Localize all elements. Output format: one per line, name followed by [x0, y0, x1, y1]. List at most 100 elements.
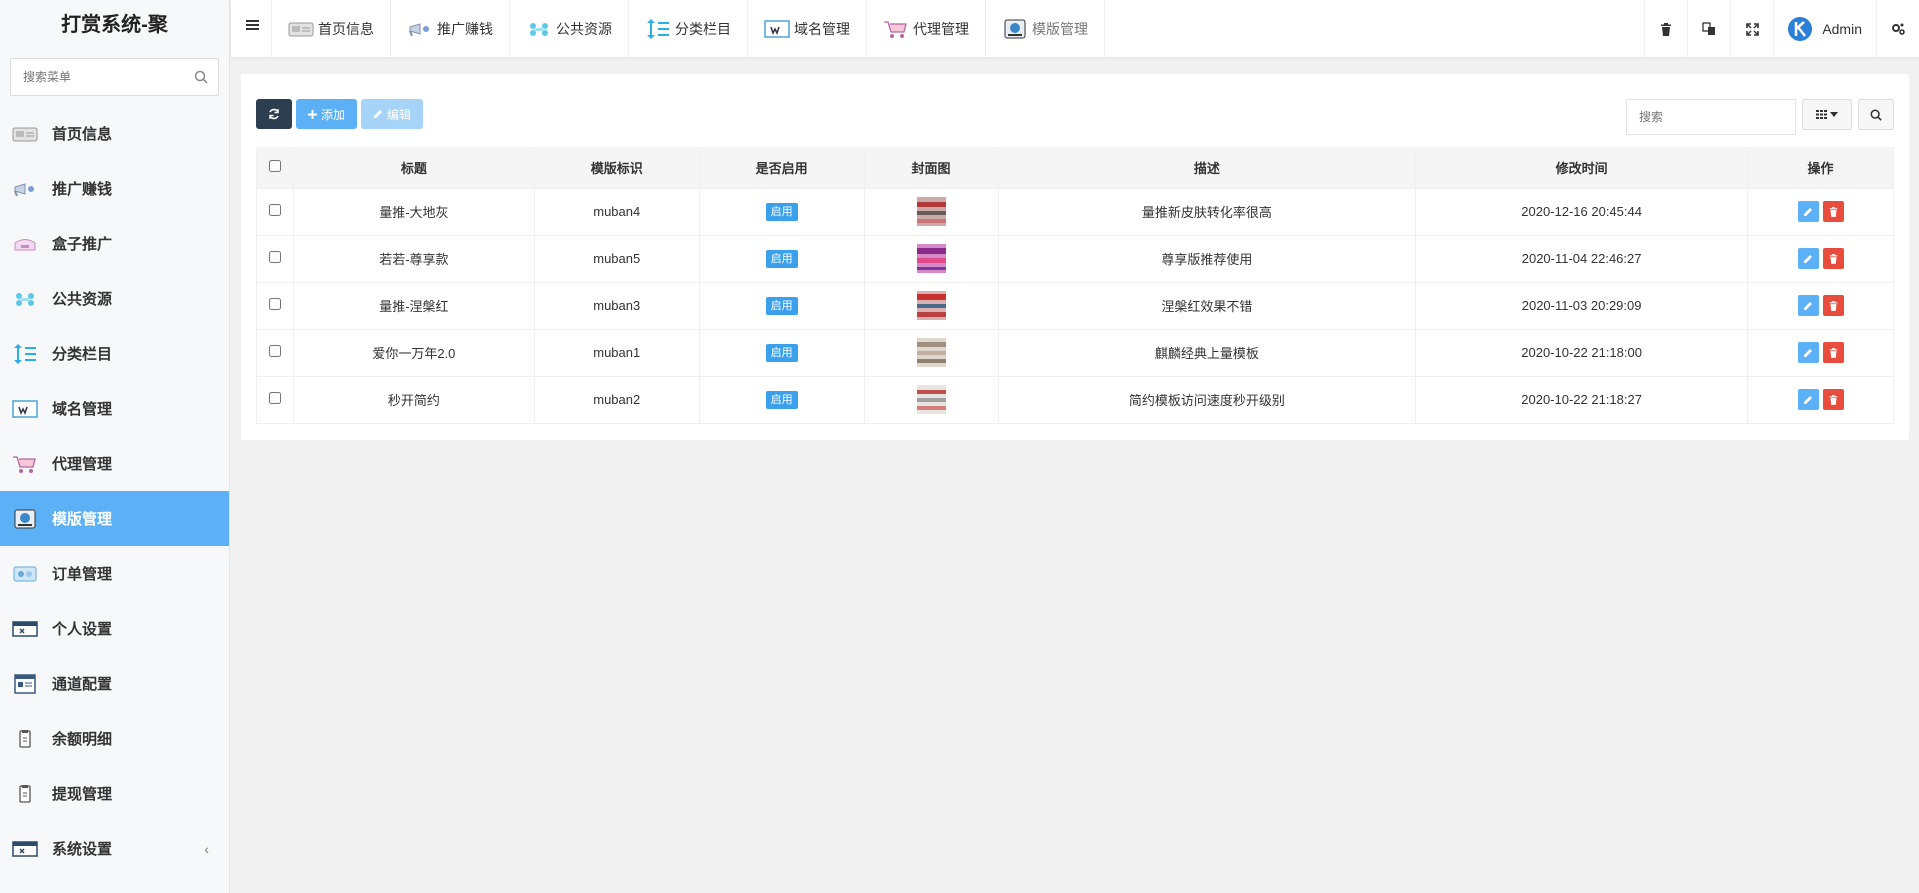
cell-status: 启用	[698, 281, 865, 330]
profile-icon	[12, 619, 38, 639]
sidebar-item-resource[interactable]: 公共资源	[0, 271, 229, 326]
status-badge[interactable]: 启用	[765, 249, 798, 268]
sidebar-item-balance[interactable]: 余额明细	[0, 711, 229, 766]
row-edit-button[interactable]	[1797, 201, 1819, 222]
row-checkbox[interactable]	[268, 251, 281, 263]
columns-toggle-button[interactable]	[1802, 99, 1852, 130]
row-select-cell	[256, 234, 294, 283]
tab-resource[interactable]: 公共资源	[510, 0, 629, 58]
status-badge[interactable]: 启用	[765, 202, 798, 221]
table-search-input[interactable]	[1626, 99, 1796, 135]
tab-agent[interactable]: 代理管理	[867, 0, 986, 58]
sidebar-item-home[interactable]: 首页信息	[0, 106, 229, 161]
tab-home[interactable]: 首页信息	[271, 0, 391, 58]
search-icon[interactable]	[194, 70, 208, 84]
cell-code: muban2	[533, 375, 700, 424]
select-all-checkbox[interactable]	[268, 159, 281, 172]
template-icon	[12, 509, 38, 529]
cart-icon	[883, 19, 909, 39]
edit-button[interactable]: 编辑	[361, 99, 424, 129]
col-title[interactable]: 标题	[292, 147, 535, 189]
user-menu[interactable]: Admin	[1773, 0, 1876, 58]
tab-label: 域名管理	[794, 21, 850, 37]
chevron-left-icon[interactable]: ‹	[204, 841, 209, 857]
cover-thumbnail[interactable]	[916, 291, 946, 320]
table-search-button[interactable]	[1858, 99, 1894, 130]
sidebar-item-label: 提现管理	[52, 786, 113, 803]
settings-panel-button[interactable]	[1876, 0, 1919, 58]
col-code[interactable]: 模版标识	[533, 147, 700, 189]
sidebar-item-category[interactable]: 分类栏目	[0, 326, 229, 381]
table-header-row: 标题 模版标识 是否启用 封面图 描述 修改时间 操作	[256, 147, 1894, 189]
status-badge[interactable]: 启用	[765, 296, 798, 315]
category-icon	[12, 343, 38, 364]
sidebar-item-withdraw[interactable]: 提现管理	[0, 766, 229, 821]
table-search-area	[1626, 99, 1894, 135]
sidebar-item-box[interactable]: 盒子推广	[0, 216, 229, 271]
sidebar-menu: 首页信息 推广赚钱 盒子推广 公共资源 分类栏目 域名管理 代理管理 模版管理	[0, 106, 229, 876]
row-delete-button[interactable]	[1822, 389, 1844, 410]
promo-icon	[12, 179, 38, 199]
status-badge[interactable]: 启用	[765, 390, 798, 409]
cell-modified: 2020-10-22 21:18:00	[1415, 328, 1749, 377]
col-status[interactable]: 是否启用	[698, 147, 865, 189]
clear-cache-button[interactable]	[1644, 0, 1687, 58]
cell-title: 量推-大地灰	[292, 187, 535, 236]
cover-thumbnail[interactable]	[916, 385, 946, 414]
fullscreen-button[interactable]	[1730, 0, 1773, 58]
status-badge[interactable]: 启用	[765, 343, 798, 362]
sidebar-item-channel[interactable]: 通道配置	[0, 656, 229, 711]
row-edit-button[interactable]	[1797, 295, 1819, 316]
col-desc[interactable]: 描述	[997, 147, 1417, 189]
cell-modified: 2020-11-03 20:29:09	[1415, 281, 1749, 330]
tab-label: 公共资源	[556, 21, 612, 37]
cell-title: 秒开简约	[292, 375, 535, 424]
tab-domain[interactable]: 域名管理	[748, 0, 867, 58]
sidebar-item-settings[interactable]: 系统设置 ‹	[0, 821, 229, 876]
cover-thumbnail[interactable]	[916, 338, 946, 367]
withdraw-icon	[12, 784, 38, 804]
col-modified[interactable]: 修改时间	[1415, 147, 1749, 189]
sidebar-item-promo[interactable]: 推广赚钱	[0, 161, 229, 216]
row-checkbox[interactable]	[268, 392, 281, 404]
row-delete-button[interactable]	[1822, 342, 1844, 363]
sidebar-item-label: 订单管理	[52, 566, 113, 583]
sidebar-item-order[interactable]: 订单管理	[0, 546, 229, 601]
col-cover[interactable]: 封面图	[863, 147, 999, 189]
table-row: 量推-大地灰 muban4 启用 量推新皮肤转化率很高 2020-12-16 2…	[256, 187, 1894, 236]
sidebar-item-agent[interactable]: 代理管理	[0, 436, 229, 491]
sidebar-item-label: 模版管理	[52, 511, 113, 528]
cell-status: 启用	[698, 328, 865, 377]
cover-thumbnail[interactable]	[916, 197, 946, 226]
sidebar-search-input[interactable]	[11, 59, 218, 95]
row-edit-button[interactable]	[1797, 342, 1819, 363]
tab-promo[interactable]: 推广赚钱	[391, 0, 510, 58]
row-checkbox[interactable]	[268, 345, 281, 357]
language-button[interactable]	[1687, 0, 1730, 58]
add-button[interactable]: 添加	[296, 99, 358, 129]
user-name: Admin	[1822, 21, 1862, 37]
row-checkbox[interactable]	[268, 204, 281, 216]
sidebar-item-profile[interactable]: 个人设置	[0, 601, 229, 656]
template-table: 标题 模版标识 是否启用 封面图 描述 修改时间 操作 量推-大地灰 muban…	[256, 147, 1894, 424]
row-delete-button[interactable]	[1822, 248, 1844, 269]
sidebar: 打赏系统-聚 首页信息 推广赚钱 盒子推广 公共资源 分类栏目 域名管理	[0, 0, 230, 893]
row-delete-button[interactable]	[1822, 295, 1844, 316]
translate-icon	[1702, 22, 1716, 35]
sidebar-item-template[interactable]: 模版管理	[0, 491, 229, 546]
refresh-button[interactable]	[256, 99, 292, 129]
tab-category[interactable]: 分类栏目	[629, 0, 748, 58]
row-checkbox[interactable]	[268, 298, 281, 310]
sidebar-item-label: 代理管理	[52, 456, 113, 473]
tab-template[interactable]: 模版管理	[986, 0, 1105, 58]
hamburger-menu-icon[interactable]	[245, 17, 261, 33]
row-delete-button[interactable]	[1822, 201, 1844, 222]
cover-thumbnail[interactable]	[916, 244, 946, 273]
row-edit-button[interactable]	[1797, 248, 1819, 269]
sidebar-item-domain[interactable]: 域名管理	[0, 381, 229, 436]
cell-modified: 2020-12-16 20:45:44	[1415, 187, 1749, 236]
home-info-icon	[12, 124, 38, 144]
cell-title: 量推-涅槃红	[292, 281, 535, 330]
domain-icon	[12, 399, 38, 419]
row-edit-button[interactable]	[1797, 389, 1819, 410]
